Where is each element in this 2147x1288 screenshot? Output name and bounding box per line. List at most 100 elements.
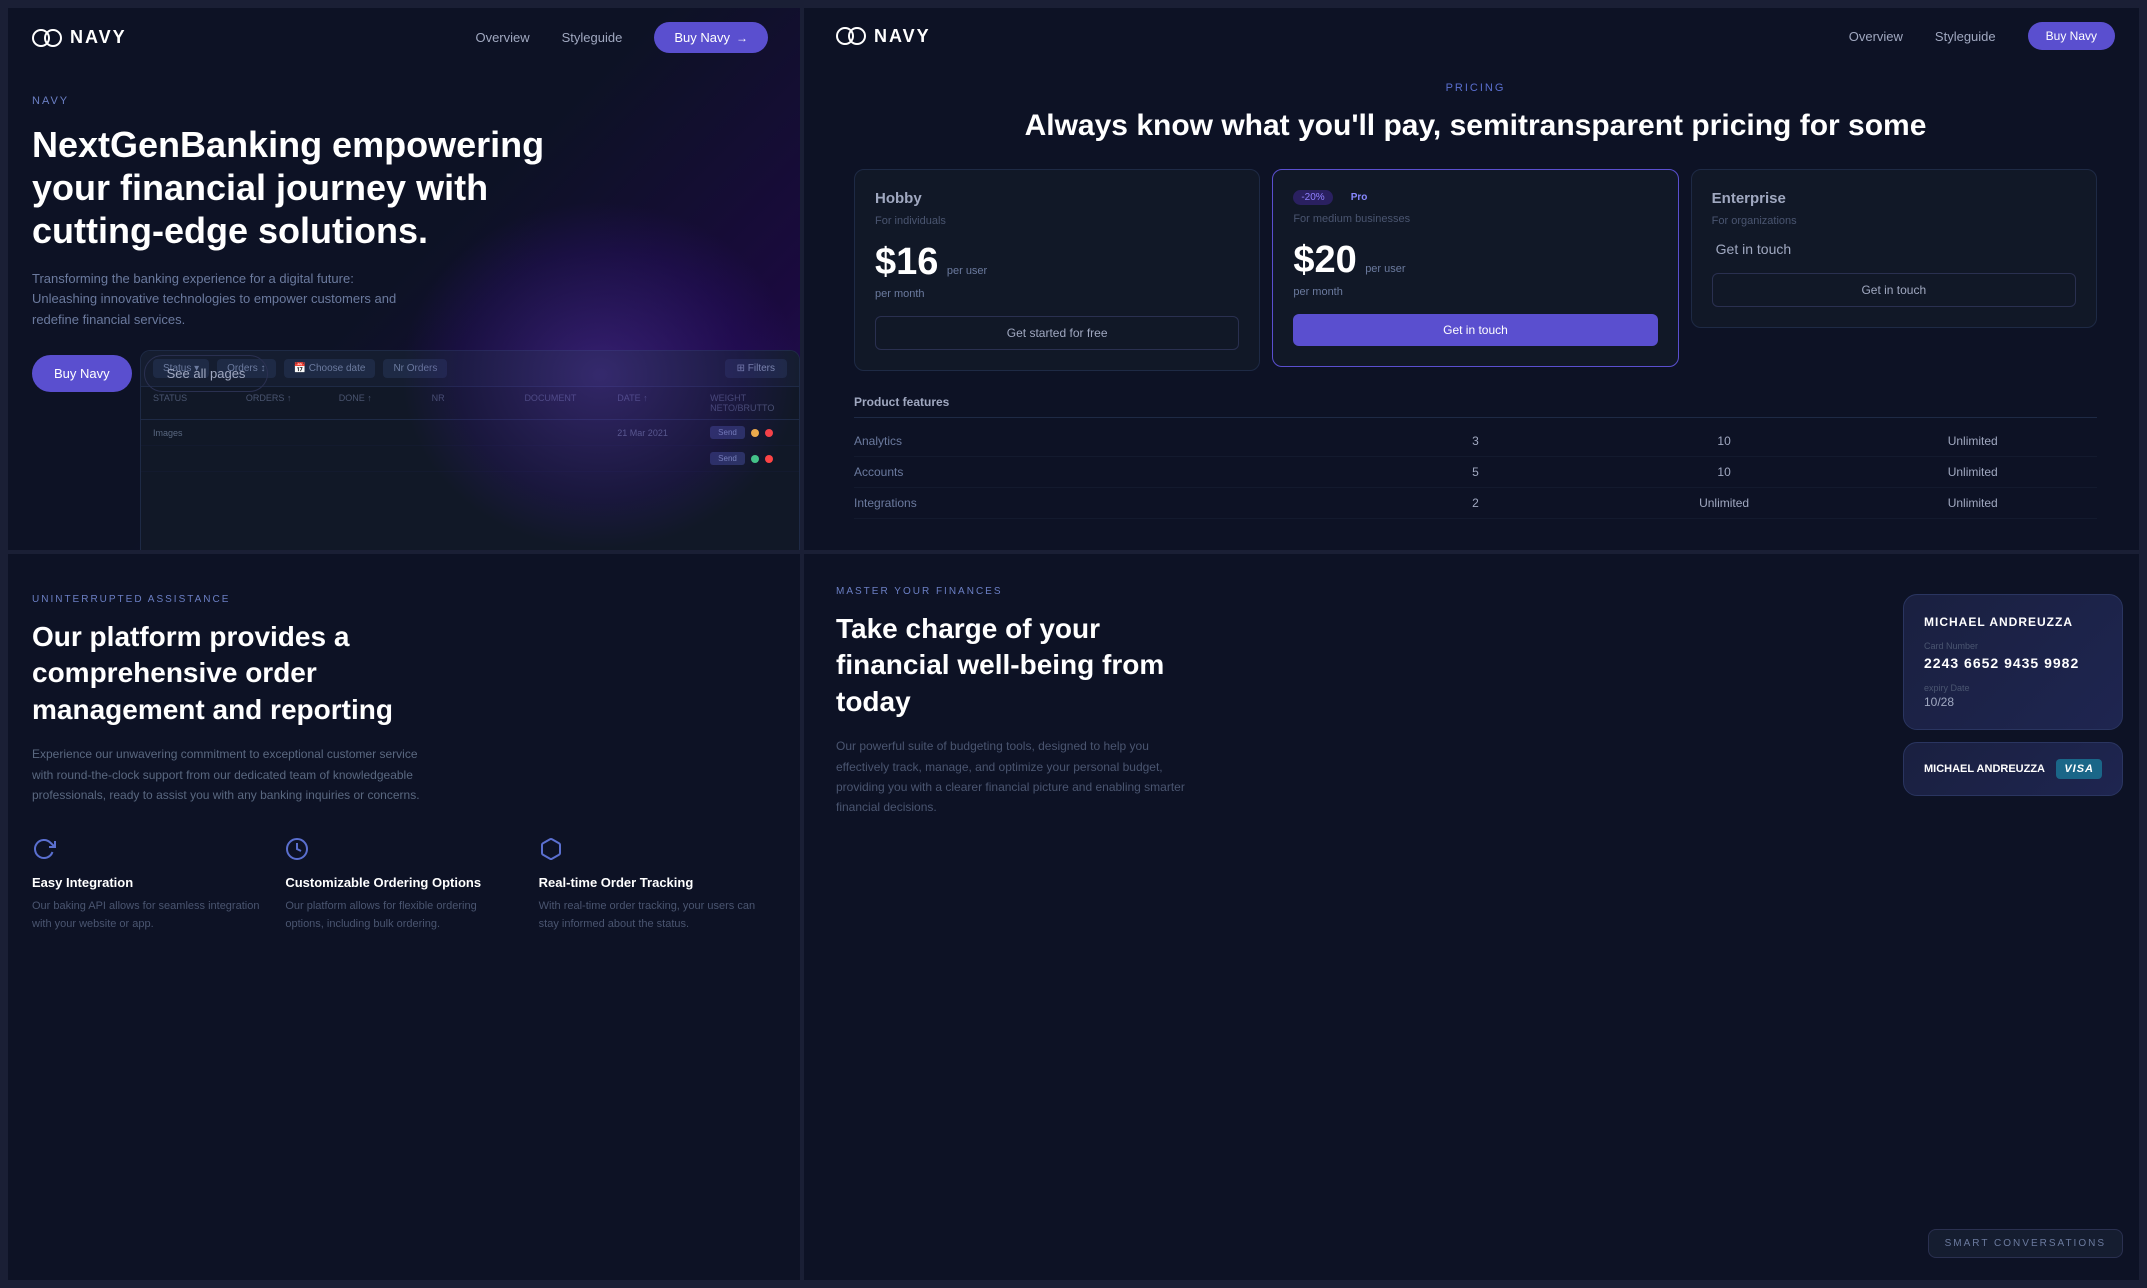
feature-ordering-desc: Our platform allows for flexible orderin…	[285, 898, 514, 933]
nav-bar-left: NAVY Overview Styleguide Buy Navy	[0, 0, 800, 75]
status-dot-red-2	[765, 455, 773, 463]
feature-accounts-pro: 10	[1600, 465, 1849, 479]
logo-ring-2	[44, 29, 62, 47]
plan-enterprise-price: Get in touch	[1712, 241, 2076, 259]
feature-grid: Easy Integration Our baking API allows f…	[32, 837, 768, 933]
top-right-panel: NAVY Overview Styleguide Buy Navy PRICIN…	[804, 0, 2147, 550]
col-done: Done ↑	[339, 393, 416, 413]
feature-row-analytics: Analytics 3 10 Unlimited	[854, 426, 2097, 457]
nav-overview[interactable]: Overview	[475, 30, 529, 45]
logo-icon-right	[836, 27, 866, 45]
top-left-panel: NAVY Overview Styleguide Buy Navy NAVY N…	[0, 0, 800, 550]
smart-conversations-badge: SMART CONVERSATIONS	[1928, 1229, 2123, 1258]
bottom-left-panel: UNINTERRUPTED ASSISTANCE Our platform pr…	[0, 554, 800, 1288]
nav-buy-button[interactable]: Buy Navy	[654, 22, 768, 53]
table-row-2: Send	[141, 446, 799, 472]
dashboard-table: Status Orders ↑ Done ↑ Nr Document Date …	[141, 387, 799, 472]
status-dot-yellow	[751, 429, 759, 437]
plan-hobby-desc: For individuals	[875, 215, 1239, 227]
logo-right: NAVY	[836, 26, 931, 47]
plan-pro: -20% Pro For medium businesses $20 per u…	[1272, 169, 1678, 367]
box-icon	[539, 837, 567, 865]
bottom-right-panel: MASTER YOUR FINANCES Take charge of your…	[804, 554, 2147, 1288]
card2-holder: MICHAEL ANDREUZZA	[1924, 763, 2045, 775]
col-date: Date ↑	[617, 393, 694, 413]
features-header: Product features	[854, 387, 2097, 418]
col-document: Document	[524, 393, 601, 413]
plan-pro-badge: -20%	[1293, 190, 1332, 205]
card-number: 2243 6652 9435 9982	[1924, 655, 2102, 671]
hero-buttons: Buy Navy See all pages	[32, 355, 768, 392]
credit-card-secondary: MICHAEL ANDREUZZA VISA	[1903, 742, 2123, 796]
send-btn-2[interactable]: Send	[710, 452, 745, 465]
plan-hobby-header: Hobby	[875, 190, 1239, 207]
feature-accounts-hobby: 5	[1351, 465, 1600, 479]
features-table: Product features Analytics 3 10 Unlimite…	[854, 387, 2097, 519]
plan-enterprise-header: Enterprise	[1712, 190, 2076, 207]
feature-accounts-name: Accounts	[854, 465, 1351, 479]
table-row: Images 21 Mar 2021 Send	[141, 420, 799, 446]
pricing-section: PRICING Always know what you'll pay, sem…	[804, 72, 2147, 539]
feature-ordering-title: Customizable Ordering Options	[285, 875, 514, 890]
nav-buy-button-right[interactable]: Buy Navy	[2028, 22, 2115, 50]
feature-ordering: Customizable Ordering Options Our platfo…	[285, 837, 514, 933]
plan-hobby-cta[interactable]: Get started for free	[875, 316, 1239, 350]
hero-tag: NAVY	[32, 95, 768, 107]
pricing-plans: Hobby For individuals $16 per userper mo…	[854, 169, 2097, 371]
plan-pro-price: $20 per userper month	[1293, 239, 1657, 300]
feature-integration-title: Easy Integration	[32, 875, 261, 890]
nav-links-right: Overview Styleguide Buy Navy	[1849, 22, 2115, 50]
feature-analytics-hobby: 3	[1351, 434, 1600, 448]
card-expiry-label: expiry Date	[1924, 683, 2102, 693]
cell-2-7: Send	[710, 452, 787, 465]
refresh-icon	[32, 837, 60, 865]
logo-ring-right-2	[848, 27, 866, 45]
hero-subtitle: Transforming the banking experience for …	[32, 269, 412, 331]
logo-text-right: NAVY	[874, 26, 931, 47]
hero-see-all-button[interactable]: See all pages	[144, 355, 269, 392]
feature-integration: Easy Integration Our baking API allows f…	[32, 837, 261, 933]
plan-enterprise-talk: Get in touch	[1716, 241, 1792, 257]
feature-integrations-pro: Unlimited	[1600, 496, 1849, 510]
col-weight: Weight neto/brutto	[710, 393, 787, 413]
pricing-title: Always know what you'll pay, semitranspa…	[854, 106, 2097, 145]
plan-hobby-name: Hobby	[875, 190, 922, 207]
status-dot-green	[751, 455, 759, 463]
send-btn[interactable]: Send	[710, 426, 745, 439]
plan-hobby-price: $16 per userper month	[875, 241, 1239, 302]
feature-integrations-name: Integrations	[854, 496, 1351, 510]
logo-icon	[32, 29, 62, 47]
bottom-left-tag: UNINTERRUPTED ASSISTANCE	[32, 594, 768, 605]
plan-pro-name: Pro	[1343, 190, 1376, 205]
plan-pro-amount: $20	[1293, 239, 1356, 281]
feature-integrations-hobby: 2	[1351, 496, 1600, 510]
hero-buy-button[interactable]: Buy Navy	[32, 355, 132, 392]
feature-integrations-enterprise: Unlimited	[1848, 496, 2097, 510]
col-orders: Orders ↑	[246, 393, 323, 413]
feature-row-integrations: Integrations 2 Unlimited Unlimited	[854, 488, 2097, 519]
status-dot-red	[765, 429, 773, 437]
nav-links: Overview Styleguide Buy Navy	[475, 22, 768, 53]
nav-styleguide-right[interactable]: Styleguide	[1935, 29, 1996, 44]
cell-1: Images	[153, 428, 230, 438]
feature-accounts-enterprise: Unlimited	[1848, 465, 2097, 479]
plan-pro-cta[interactable]: Get in touch	[1293, 314, 1657, 346]
finance-title: Take charge of your financial well-being…	[836, 611, 1216, 720]
card-widget: MICHAEL ANDREUZZA Card Number 2243 6652 …	[1903, 594, 2123, 796]
clock-icon	[285, 837, 313, 865]
nav-styleguide[interactable]: Styleguide	[562, 30, 623, 45]
visa-badge: VISA	[2056, 759, 2102, 779]
bottom-left-desc: Experience our unwavering commitment to …	[32, 744, 432, 805]
feature-tracking: Real-time Order Tracking With real-time …	[539, 837, 768, 933]
feature-tracking-title: Real-time Order Tracking	[539, 875, 768, 890]
plan-hobby: Hobby For individuals $16 per userper mo…	[854, 169, 1260, 371]
cell-7: Send	[710, 426, 787, 439]
cell-6: 21 Mar 2021	[617, 428, 694, 438]
feature-analytics-enterprise: Unlimited	[1848, 434, 2097, 448]
plan-hobby-amount: $16	[875, 241, 938, 283]
plan-enterprise: Enterprise For organizations Get in touc…	[1691, 169, 2097, 328]
card-expiry: 10/28	[1924, 695, 2102, 709]
finance-desc: Our powerful suite of budgeting tools, d…	[836, 736, 1196, 818]
plan-enterprise-cta[interactable]: Get in touch	[1712, 273, 2076, 307]
nav-overview-right[interactable]: Overview	[1849, 29, 1903, 44]
